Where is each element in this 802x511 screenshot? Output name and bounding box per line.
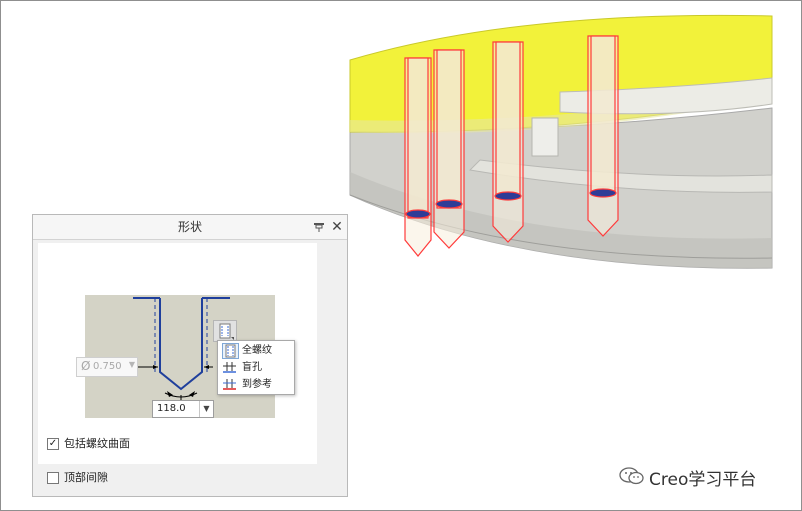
watermark-text: Creo学习平台 bbox=[649, 470, 757, 490]
full-thread-icon bbox=[222, 343, 239, 359]
diameter-value: 0.750 bbox=[93, 361, 122, 372]
thread-type-icon bbox=[219, 323, 234, 340]
close-button[interactable]: ✕ bbox=[329, 217, 345, 237]
menu-item-full-thread[interactable]: 全螺纹 bbox=[218, 343, 294, 359]
menu-item-blind-hole[interactable]: 盲孔 bbox=[218, 360, 294, 376]
drill-angle-field[interactable]: 118.0 ▼ bbox=[152, 400, 214, 418]
top-clearance-label: 顶部间隙 bbox=[64, 471, 108, 484]
watermark: Creo学习平台 bbox=[619, 462, 779, 490]
include-thread-surface-option[interactable]: ✓ 包括螺纹曲面 bbox=[47, 436, 197, 452]
hole-3 bbox=[492, 41, 524, 243]
include-thread-surface-label: 包括螺纹曲面 bbox=[64, 437, 130, 450]
menu-item-label: 盲孔 bbox=[242, 362, 262, 373]
panel-header: 形状 ✕ bbox=[33, 215, 347, 240]
menu-item-to-reference[interactable]: 到参考 bbox=[218, 377, 294, 393]
hole-2 bbox=[433, 49, 465, 249]
diameter-field[interactable]: Ø 0.750 ▼ bbox=[76, 357, 138, 377]
panel-body: Ø 0.750 ▼ 118.0 ▼ 全螺纹 盲孔 到参考 bbox=[38, 243, 317, 464]
top-clearance-option[interactable]: 顶部间隙 bbox=[47, 470, 197, 486]
hole-1 bbox=[404, 57, 432, 257]
blind-hole-icon bbox=[223, 362, 236, 373]
menu-item-label: 全螺纹 bbox=[242, 345, 272, 356]
shape-panel: 形状 ✕ Ø 0.750 ▼ 118.0 ▼ 全螺纹 盲孔 到参考 bbox=[32, 214, 348, 497]
thread-menu: 全螺纹 盲孔 到参考 bbox=[217, 340, 295, 395]
inner-boss bbox=[531, 117, 559, 157]
to-reference-icon bbox=[223, 379, 236, 390]
diameter-symbol: Ø bbox=[81, 359, 91, 373]
hole-4 bbox=[587, 35, 619, 237]
angle-value: 118.0 bbox=[157, 403, 186, 414]
include-thread-surface-checkbox[interactable]: ✓ bbox=[47, 438, 59, 450]
menu-item-label: 到参考 bbox=[242, 379, 272, 390]
wechat-icon bbox=[619, 467, 644, 485]
chevron-down-icon[interactable]: ▼ bbox=[129, 360, 135, 369]
pin-icon[interactable] bbox=[312, 220, 326, 234]
thread-type-button[interactable] bbox=[213, 320, 237, 342]
top-clearance-checkbox[interactable] bbox=[47, 472, 59, 484]
chevron-down-icon[interactable]: ▼ bbox=[199, 401, 213, 417]
panel-title: 形状 bbox=[177, 220, 202, 234]
